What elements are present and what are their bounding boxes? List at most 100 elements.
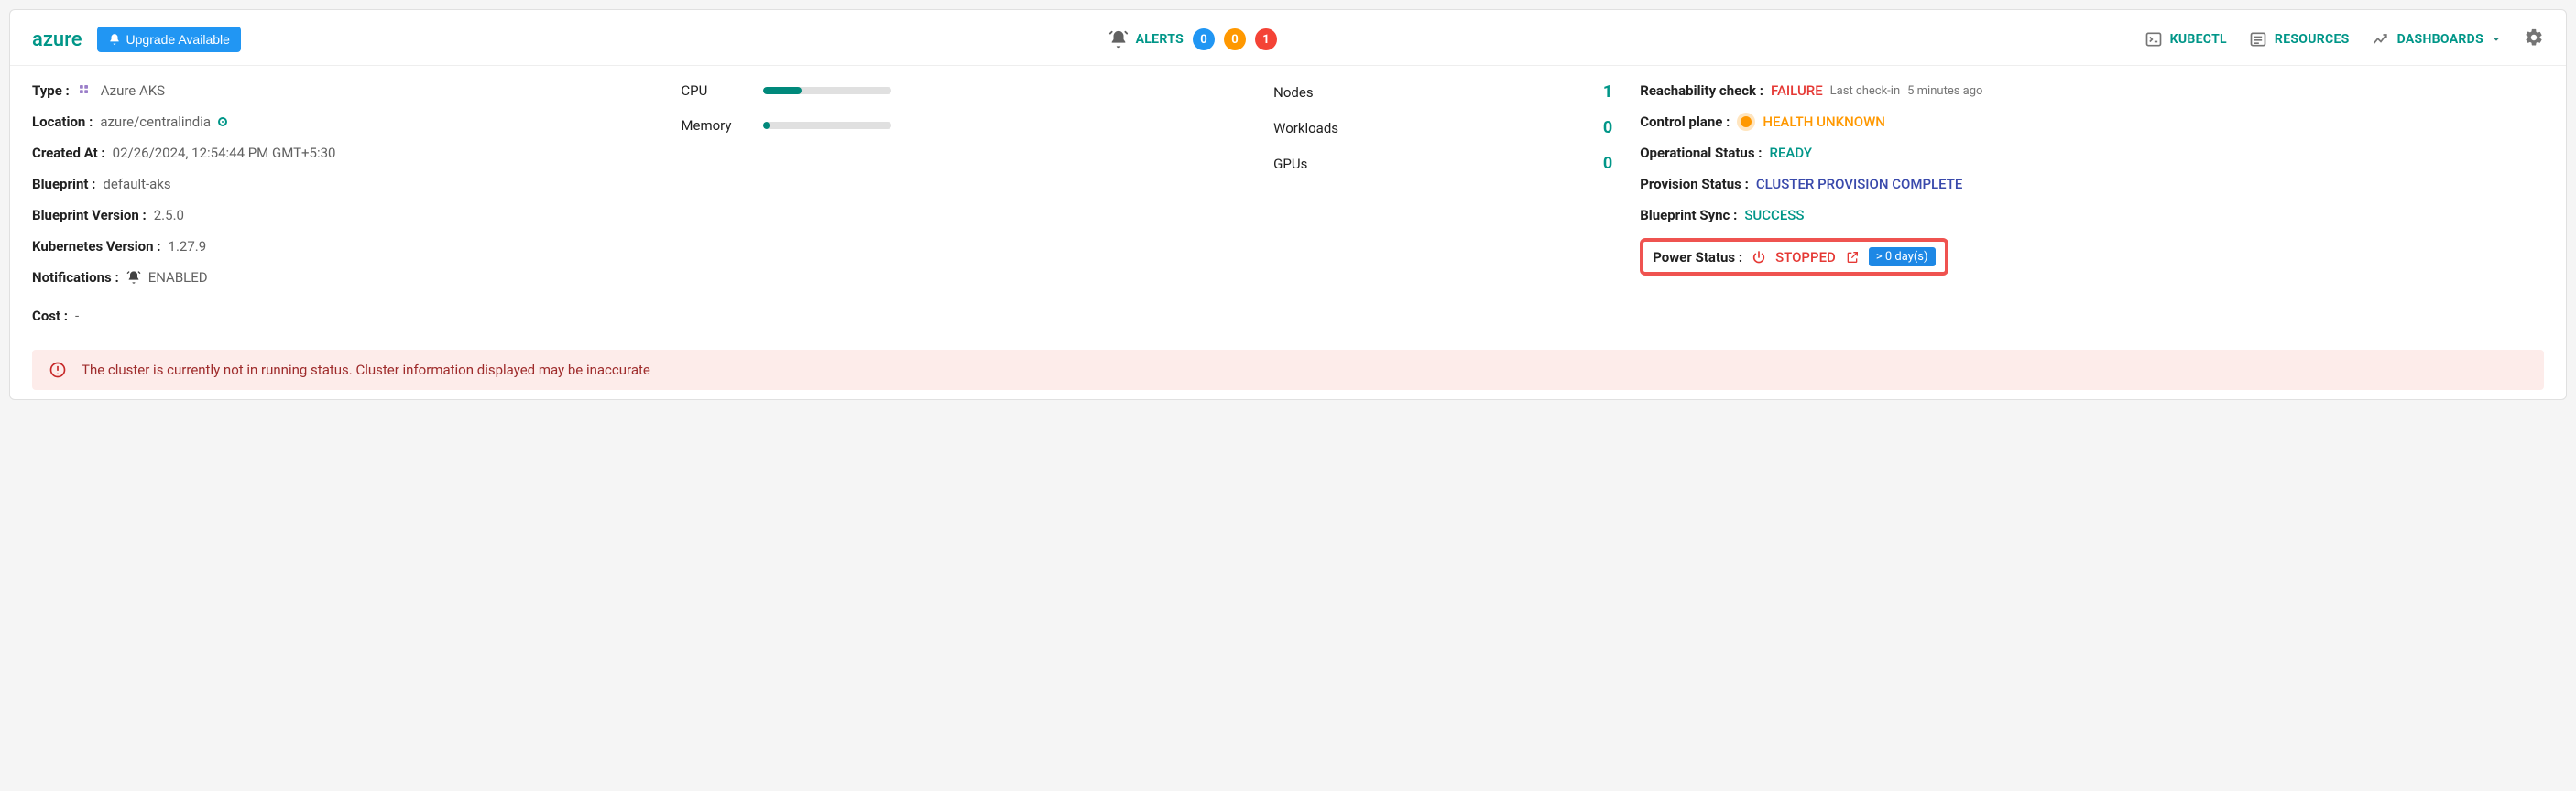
power-status-row: Power Status STOPPED > 0 day(s) bbox=[1640, 238, 2544, 276]
workloads-value[interactable]: 0 bbox=[1603, 118, 1612, 137]
power-icon bbox=[1752, 250, 1766, 265]
blueprint-sync-label: Blueprint Sync bbox=[1640, 207, 1737, 223]
resources-button[interactable]: RESOURCES bbox=[2249, 30, 2350, 49]
last-checkin-value: 5 minutes ago bbox=[1907, 84, 1982, 98]
operational-value: READY bbox=[1770, 145, 1813, 161]
resources-column: CPU Memory bbox=[681, 82, 1246, 300]
alerts-link[interactable]: ALERTS bbox=[1108, 29, 1184, 49]
nodes-row: Nodes 1 bbox=[1273, 82, 1612, 102]
k8s-version-row: Kubernetes Version 1.27.9 bbox=[32, 238, 653, 255]
warning-text: The cluster is currently not in running … bbox=[82, 362, 650, 378]
location-label: Location bbox=[32, 114, 93, 130]
reachability-value: FAILURE bbox=[1771, 82, 1823, 99]
cluster-card: azure Upgrade Available ALERTS 0 0 1 bbox=[9, 9, 2567, 400]
workloads-row: Workloads 0 bbox=[1273, 118, 1612, 137]
card-header: azure Upgrade Available ALERTS 0 0 1 bbox=[10, 10, 2566, 66]
power-status-highlight: Power Status STOPPED > 0 day(s) bbox=[1640, 238, 1948, 276]
notifications-label: Notifications bbox=[32, 269, 119, 286]
alert-circle-icon bbox=[49, 361, 67, 379]
memory-label: Memory bbox=[681, 117, 745, 134]
blueprint-label: Blueprint bbox=[32, 176, 95, 192]
status-column: Reachability check FAILURE Last check-in… bbox=[1640, 82, 2544, 300]
provision-label: Provision Status bbox=[1640, 176, 1749, 192]
bell-solid-icon bbox=[126, 270, 141, 285]
operational-row: Operational Status READY bbox=[1640, 145, 2544, 161]
nodes-value[interactable]: 1 bbox=[1603, 82, 1612, 102]
cost-row: Cost - bbox=[10, 308, 2566, 335]
control-plane-label: Control plane bbox=[1640, 114, 1730, 130]
memory-bar-fill bbox=[763, 122, 770, 129]
k8s-version-label: Kubernetes Version bbox=[32, 238, 161, 255]
notifications-value: ENABLED bbox=[148, 269, 208, 286]
header-actions: KUBECTL RESOURCES DASHBOARDS bbox=[2145, 27, 2544, 51]
cpu-bar bbox=[763, 87, 891, 94]
list-icon bbox=[2249, 30, 2267, 49]
created-value: 02/26/2024, 12:54:44 PM GMT+5:30 bbox=[113, 145, 336, 161]
location-value: azure/centralindia bbox=[100, 114, 211, 130]
type-label: Type bbox=[32, 82, 70, 99]
blueprint-sync-value: SUCCESS bbox=[1744, 207, 1804, 223]
alerts-label: ALERTS bbox=[1136, 32, 1184, 47]
gear-icon bbox=[2524, 27, 2544, 48]
provision-row: Provision Status CLUSTER PROVISION COMPL… bbox=[1640, 176, 2544, 192]
cluster-name[interactable]: azure bbox=[32, 28, 82, 51]
cost-label: Cost bbox=[32, 308, 68, 324]
power-value: STOPPED bbox=[1775, 249, 1836, 265]
counts-column: Nodes 1 Workloads 0 GPUs 0 bbox=[1273, 82, 1612, 300]
upgrade-available-button[interactable]: Upgrade Available bbox=[97, 27, 241, 52]
health-dot-icon bbox=[1741, 116, 1752, 127]
blueprint-sync-row: Blueprint Sync SUCCESS bbox=[1640, 207, 2544, 223]
bell-icon bbox=[108, 33, 121, 46]
notifications-row: Notifications ENABLED bbox=[32, 269, 653, 286]
settings-button[interactable] bbox=[2524, 27, 2544, 51]
alerts-error-badge[interactable]: 1 bbox=[1255, 28, 1277, 50]
memory-bar bbox=[763, 122, 891, 129]
last-checkin-label: Last check-in bbox=[1830, 84, 1900, 98]
cpu-label: CPU bbox=[681, 82, 745, 99]
alerts-warning-badge[interactable]: 0 bbox=[1224, 28, 1246, 50]
reachability-row: Reachability check FAILURE Last check-in… bbox=[1640, 82, 2544, 99]
blueprint-version-row: Blueprint Version 2.5.0 bbox=[32, 207, 653, 223]
card-body: Type Azure AKS Location azure/centralind… bbox=[10, 66, 2566, 308]
terminal-icon bbox=[2145, 30, 2163, 49]
kubectl-button[interactable]: KUBECTL bbox=[2145, 30, 2227, 49]
cpu-row: CPU bbox=[681, 82, 1246, 99]
cost-value: - bbox=[75, 308, 79, 324]
workloads-label: Workloads bbox=[1273, 120, 1338, 136]
power-days-chip[interactable]: > 0 day(s) bbox=[1869, 247, 1936, 266]
power-label: Power Status bbox=[1653, 249, 1742, 265]
gpus-label: GPUs bbox=[1273, 156, 1307, 172]
created-row: Created At 02/26/2024, 12:54:44 PM GMT+5… bbox=[32, 145, 653, 161]
alerts-info-badge[interactable]: 0 bbox=[1193, 28, 1215, 50]
bell-ring-icon bbox=[1108, 29, 1129, 49]
gpus-row: GPUs 0 bbox=[1273, 154, 1612, 173]
reachability-label: Reachability check bbox=[1640, 82, 1763, 99]
open-external-icon[interactable] bbox=[1845, 250, 1860, 265]
control-plane-row: Control plane HEALTH UNKNOWN bbox=[1640, 114, 2544, 130]
type-row: Type Azure AKS bbox=[32, 82, 653, 99]
location-row: Location azure/centralindia bbox=[32, 114, 653, 130]
blueprint-version-label: Blueprint Version bbox=[32, 207, 147, 223]
memory-row: Memory bbox=[681, 117, 1246, 134]
operational-label: Operational Status bbox=[1640, 145, 1762, 161]
provision-value: CLUSTER PROVISION COMPLETE bbox=[1756, 176, 1963, 192]
alerts-group: ALERTS 0 0 1 bbox=[248, 28, 2137, 50]
blueprint-value: default-aks bbox=[103, 176, 170, 192]
dashboards-button[interactable]: DASHBOARDS bbox=[2372, 30, 2502, 49]
blueprint-version-value: 2.5.0 bbox=[154, 207, 184, 223]
warning-banner: The cluster is currently not in running … bbox=[32, 350, 2544, 390]
control-plane-value: HEALTH UNKNOWN bbox=[1763, 114, 1885, 130]
cpu-bar-fill bbox=[763, 87, 802, 94]
type-value: Azure AKS bbox=[101, 82, 165, 99]
gpus-value[interactable]: 0 bbox=[1603, 154, 1612, 173]
chevron-down-icon bbox=[2491, 34, 2502, 45]
location-target-icon bbox=[218, 117, 227, 126]
nodes-label: Nodes bbox=[1273, 84, 1313, 101]
upgrade-label: Upgrade Available bbox=[126, 32, 230, 47]
azure-aks-icon bbox=[77, 82, 93, 99]
created-label: Created At bbox=[32, 145, 105, 161]
k8s-version-value: 1.27.9 bbox=[169, 238, 207, 255]
details-column: Type Azure AKS Location azure/centralind… bbox=[32, 82, 653, 300]
blueprint-row: Blueprint default-aks bbox=[32, 176, 653, 192]
chart-line-icon bbox=[2372, 30, 2390, 49]
